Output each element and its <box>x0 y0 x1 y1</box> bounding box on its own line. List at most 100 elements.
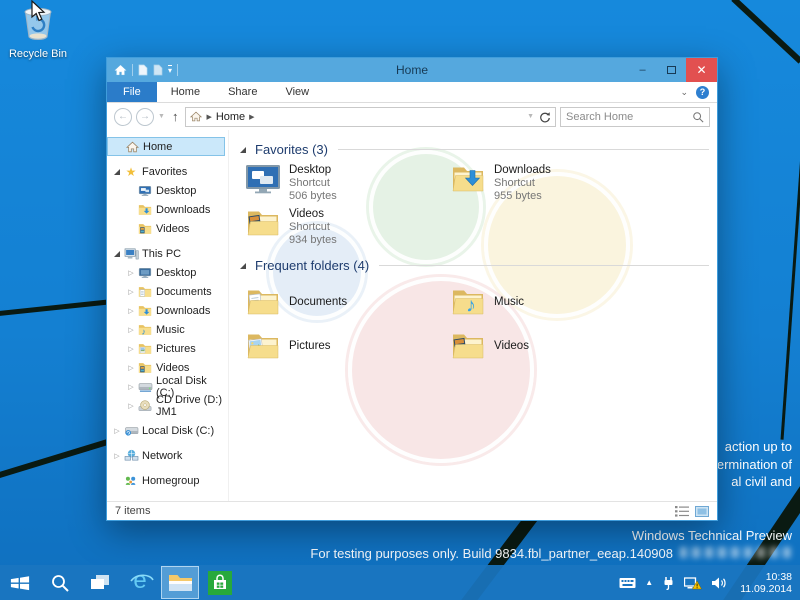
section-header-frequent-folders[interactable]: Frequent folders (4) <box>237 258 709 273</box>
search-icon <box>50 573 70 593</box>
help-icon[interactable]: ? <box>696 86 709 99</box>
search-icon[interactable] <box>692 111 704 123</box>
windows-logo-icon <box>9 573 31 593</box>
sidebar-item-pc-desktop[interactable]: ▷ Desktop <box>107 263 228 282</box>
tile-name: Videos <box>289 208 337 221</box>
close-button[interactable]: ✕ <box>686 58 717 82</box>
address-dropdown-chevron-icon[interactable]: ▼ <box>527 113 534 120</box>
sidebar-item-videos[interactable]: Videos <box>107 219 228 238</box>
pictures-folder-icon <box>137 342 153 355</box>
tile-type: Shortcut <box>494 177 551 190</box>
tile-pictures[interactable]: Pictures <box>244 324 449 368</box>
sidebar-item-pc-pictures[interactable]: ▷ Pictures <box>107 339 228 358</box>
pictures-folder-icon <box>244 331 281 362</box>
downloads-folder-icon <box>137 304 153 317</box>
collapsed-arrow-icon[interactable]: ▷ <box>125 326 137 334</box>
internet-explorer-button[interactable]: e <box>120 565 160 600</box>
tab-share[interactable]: Share <box>214 82 271 102</box>
task-view-button[interactable] <box>80 565 120 600</box>
section-header-favorites[interactable]: Favorites (3) <box>237 142 709 157</box>
cd-drive-icon <box>137 399 153 412</box>
sidebar-item-pc-downloads[interactable]: ▷ Downloads <box>107 301 228 320</box>
clock-time: 10:38 <box>740 571 792 583</box>
expanded-arrow-icon[interactable] <box>111 169 123 175</box>
file-explorer-button[interactable] <box>161 566 199 599</box>
collapsed-arrow-icon[interactable]: ▷ <box>125 307 137 315</box>
forward-button[interactable]: → <box>136 108 154 126</box>
recent-locations-chevron-icon[interactable]: ▼ <box>158 113 165 120</box>
build-hash-redacted <box>680 547 792 558</box>
videos-folder-icon <box>244 208 281 239</box>
desktop-eula-text: action up to ermination of al civil and <box>717 438 792 491</box>
details-view-icon[interactable] <box>675 506 689 517</box>
thumbnail-view-icon[interactable] <box>695 506 709 517</box>
qat-new-folder-icon[interactable] <box>153 64 163 76</box>
maximize-button[interactable] <box>657 58 686 82</box>
tile-name: Pictures <box>289 340 331 353</box>
items-count: 7 items <box>115 505 150 517</box>
taskbar-clock[interactable]: 10:38 11.09.2014 <box>736 571 792 595</box>
tile-music[interactable]: ♪ Music <box>449 280 654 324</box>
tab-view[interactable]: View <box>271 82 323 102</box>
documents-folder-icon <box>244 287 281 318</box>
store-button[interactable] <box>200 565 240 600</box>
collapsed-arrow-icon[interactable]: ▷ <box>125 345 137 353</box>
touch-keyboard-icon[interactable] <box>619 577 636 589</box>
collapsed-arrow-icon[interactable]: ▷ <box>111 452 123 460</box>
refresh-icon[interactable] <box>538 111 551 123</box>
tile-videos[interactable]: Videos <box>449 324 654 368</box>
titlebar[interactable]: ▾ Home – ✕ <box>107 58 717 82</box>
tile-downloads-shortcut[interactable]: Downloads Shortcut 955 bytes <box>449 164 654 208</box>
up-button[interactable]: ↑ <box>169 109 182 124</box>
start-button[interactable] <box>0 565 40 600</box>
tab-home[interactable]: Home <box>157 82 214 102</box>
sidebar-item-network[interactable]: ▷ Network <box>107 446 228 465</box>
qat-customize-chevron-icon[interactable]: ▾ <box>168 65 172 75</box>
sidebar-item-this-pc[interactable]: This PC <box>107 244 228 263</box>
show-hidden-icons-chevron[interactable]: ▲ <box>645 578 653 587</box>
tile-name: Music <box>494 296 524 309</box>
collapsed-arrow-icon[interactable]: ▷ <box>125 383 137 391</box>
qat-properties-icon[interactable] <box>138 64 148 76</box>
collapsed-arrow-icon[interactable]: ▷ <box>125 402 137 410</box>
search-input[interactable] <box>566 111 692 123</box>
sidebar-item-home[interactable]: Home <box>107 137 225 156</box>
power-plug-icon[interactable] <box>662 576 675 590</box>
breadcrumb-item-home[interactable]: Home <box>216 111 245 123</box>
minimize-button[interactable]: – <box>628 58 657 82</box>
collapsed-arrow-icon[interactable]: ▷ <box>111 427 123 435</box>
qat-home-icon[interactable] <box>114 64 127 76</box>
file-explorer-window: ▾ Home – ✕ File Home Share View ⌄ ? ← → … <box>106 57 718 521</box>
sidebar-item-local-disk-c[interactable]: ▷ Local Disk (C:) <box>107 421 228 440</box>
homegroup-icon <box>123 474 139 487</box>
watermark-line1: Windows Technical Preview <box>310 527 792 545</box>
network-status-icon[interactable] <box>684 576 702 590</box>
tile-name: Downloads <box>494 164 551 177</box>
sidebar-item-pc-cd-drive[interactable]: ▷ CD Drive (D:) JM1 <box>107 396 228 415</box>
sidebar-item-desktop[interactable]: Desktop <box>107 181 228 200</box>
breadcrumb[interactable]: ▶ Home ▶ ▼ <box>185 107 556 127</box>
tab-file[interactable]: File <box>107 82 157 102</box>
tile-documents[interactable]: Documents <box>244 280 449 324</box>
back-button[interactable]: ← <box>114 108 132 126</box>
tile-size: 506 bytes <box>289 190 337 203</box>
breadcrumb-arrow-icon[interactable]: ▶ <box>249 113 254 121</box>
watermark-line2: For testing purposes only. Build 9834.fb… <box>310 545 792 563</box>
collapsed-arrow-icon[interactable]: ▷ <box>125 269 137 277</box>
sidebar-item-downloads[interactable]: Downloads <box>107 200 228 219</box>
collapsed-arrow-icon[interactable]: ▷ <box>125 364 137 372</box>
volume-icon[interactable] <box>711 576 727 590</box>
ribbon-collapse-chevron-icon[interactable]: ⌄ <box>680 87 688 98</box>
expanded-arrow-icon[interactable] <box>111 251 123 257</box>
tile-desktop-shortcut[interactable]: Desktop Shortcut 506 bytes <box>244 164 449 208</box>
sidebar-item-pc-music[interactable]: ▷ ♪ Music <box>107 320 228 339</box>
sidebar-item-favorites[interactable]: ★ Favorites <box>107 162 228 181</box>
home-icon <box>124 141 140 153</box>
clock-date: 11.09.2014 <box>740 583 792 595</box>
collapsed-arrow-icon[interactable]: ▷ <box>125 288 137 296</box>
downloads-folder-icon <box>449 164 486 195</box>
sidebar-item-homegroup[interactable]: Homegroup <box>107 471 228 490</box>
sidebar-item-pc-documents[interactable]: ▷ Documents <box>107 282 228 301</box>
search-taskbar-button[interactable] <box>40 565 80 600</box>
tile-videos-shortcut[interactable]: Videos Shortcut 934 bytes <box>244 208 449 252</box>
